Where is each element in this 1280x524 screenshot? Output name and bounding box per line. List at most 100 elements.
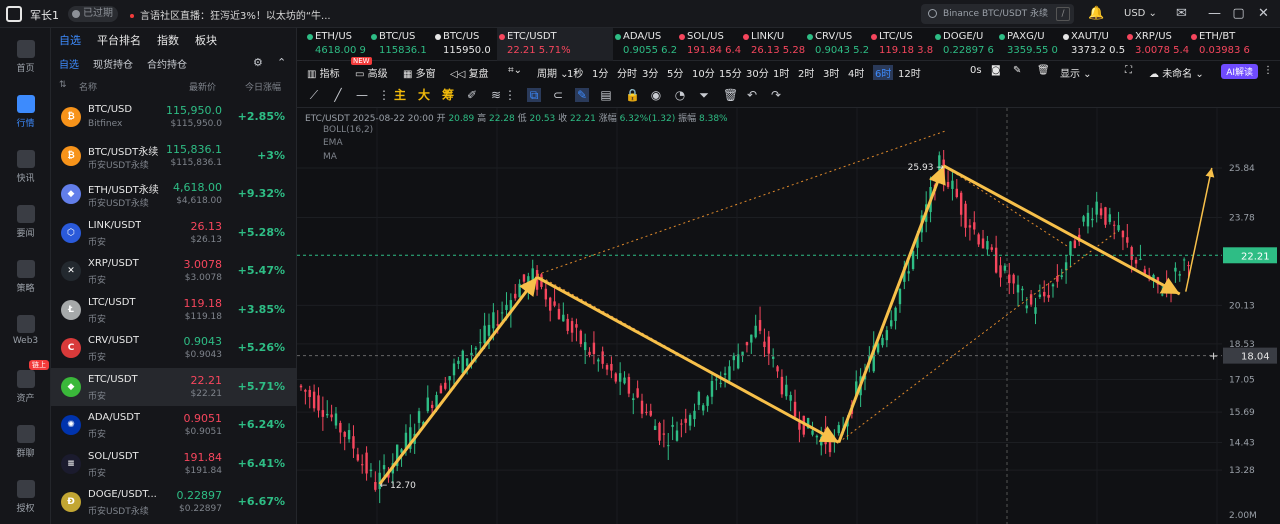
undo-icon[interactable]: ↶	[745, 88, 759, 102]
col-name[interactable]: 名称	[79, 80, 97, 93]
filter-icon[interactable]: ⏷	[697, 88, 711, 102]
ticker-tab[interactable]: DOGE/U 0.22897 6	[933, 28, 997, 61]
interval-8[interactable]: 1时	[773, 65, 789, 80]
watchlist-row[interactable]: ₿ BTC/USDT永续 币安USDT永续 115,836.1 $115,836.1 +3…	[51, 137, 297, 175]
nav-web3[interactable]: Web3	[0, 311, 51, 355]
pencil-active-icon[interactable]: ✎	[575, 88, 589, 102]
watchlist-row[interactable]: ✺ ADA/USDT 币安 0.9051 $0.9051 +6.24%	[51, 406, 297, 444]
watchlist-tab[interactable]: 板块	[195, 34, 217, 47]
ticker-tab[interactable]: PAXG/U 3359.55 0	[997, 28, 1061, 61]
pen-icon[interactable]: ✎	[1013, 65, 1021, 76]
camera-icon[interactable]: ◙	[991, 65, 1001, 76]
watchlist-tab[interactable]: 自选	[59, 34, 81, 47]
advanced-button[interactable]: ▭ 高级	[355, 65, 388, 80]
ticker-tab[interactable]: BTC/US 115836.1	[369, 28, 433, 61]
ticker-tab[interactable]: CRV/US 0.9043 5.2	[805, 28, 869, 61]
ticker-tab[interactable]: ETH/BT 0.03983 6	[1189, 28, 1253, 61]
ai-analysis-button[interactable]: AI解读	[1221, 64, 1258, 79]
nav-chart-bar[interactable]: 行情	[0, 91, 51, 135]
username[interactable]: 军长1	[30, 7, 59, 23]
nav-headline[interactable]: 要闻	[0, 201, 51, 245]
ruler-icon[interactable]: ⟋	[307, 88, 321, 102]
interval-13[interactable]: 12时	[898, 65, 921, 80]
expired-badge[interactable]: 已过期	[68, 6, 118, 22]
alert-icon[interactable]: ◔	[673, 88, 687, 102]
watchlist-row[interactable]: ≡ SOL/USDT 币安 191.84 $191.84 +6.41%	[51, 445, 297, 483]
nav-home[interactable]: 首页	[0, 36, 51, 80]
watchlist-row[interactable]: Ł LTC/USDT 币安 119.18 $119.18 +3.85%	[51, 291, 297, 329]
nav-news[interactable]: 快讯	[0, 146, 51, 190]
indicator-ema[interactable]: EMA	[323, 138, 343, 148]
cloud-layout-button[interactable]: ☁ 未命名 ⌄	[1149, 65, 1204, 80]
expand-tools-icon-2[interactable]: ⋮	[503, 88, 517, 102]
nav-chat[interactable]: 群聊	[0, 421, 51, 465]
ticker-tab[interactable]: XRP/US 3.0078 5.4	[1125, 28, 1189, 61]
trendline-icon[interactable]: ╱	[331, 88, 345, 102]
measure-icon[interactable]: ▤	[599, 88, 613, 102]
ticker-tab[interactable]: LINK/U 26.13 5.28	[741, 28, 805, 61]
fibonacci-icon[interactable]: ≋	[489, 88, 503, 102]
col-change[interactable]: 今日涨幅	[245, 80, 281, 93]
ticker-tab[interactable]: ETC/USDT 22.21 5.71%	[497, 28, 613, 61]
interval-9[interactable]: 2时	[798, 65, 814, 80]
indicators-button[interactable]: ▥ 指标 NEW	[307, 57, 372, 80]
trash-icon[interactable]: 🗑	[1037, 65, 1050, 76]
interval-4[interactable]: 5分	[667, 65, 683, 80]
big-order-tool[interactable]: 大	[417, 88, 431, 102]
mail-icon[interactable]: ✉	[1174, 6, 1189, 21]
period-select[interactable]: 周期 ⌄	[537, 65, 569, 80]
ticker-tab[interactable]: LTC/US 119.18 3.8	[869, 28, 933, 61]
chip-tool[interactable]: 筹	[441, 88, 455, 102]
watchlist-row[interactable]: ⬡ LINK/USDT 币安 26.13 $26.13 +5.28%	[51, 214, 297, 252]
interval-0[interactable]: 1秒	[567, 65, 583, 80]
bell-icon[interactable]: 🔔	[1088, 6, 1104, 21]
interval-5[interactable]: 10分	[692, 65, 715, 80]
nav-authorize[interactable]: 授权	[0, 476, 51, 520]
interval-7[interactable]: 30分	[746, 65, 769, 80]
interval-6[interactable]: 15分	[719, 65, 742, 80]
watchlist-row[interactable]: ◆ ETH/USDT永续 币安USDT永续 4,618.00 $4,618.00 +9.3…	[51, 175, 297, 213]
magnet-icon[interactable]: ⊂	[551, 88, 565, 102]
currency-select[interactable]: USD ⌄	[1124, 8, 1157, 19]
interval-3[interactable]: 3分	[642, 65, 658, 80]
replay-button[interactable]: ◁◁ 复盘	[450, 65, 489, 80]
sort-icon[interactable]: ⇅	[59, 80, 67, 90]
brush-icon[interactable]: ✐	[465, 88, 479, 102]
redo-icon[interactable]: ↷	[769, 88, 783, 102]
watchlist-subtab[interactable]: 自选	[59, 60, 79, 71]
ticker-tab[interactable]: SOL/US 191.84 6.4	[677, 28, 741, 61]
interval-11[interactable]: 4时	[848, 65, 864, 80]
display-button[interactable]: 显示 ⌄	[1060, 65, 1092, 80]
copy-icon[interactable]: ⧉	[527, 88, 541, 102]
ticker-tab[interactable]: ADA/US 0.9055 6.2	[613, 28, 677, 61]
interval-10[interactable]: 3时	[823, 65, 839, 80]
watchlist-row[interactable]: ₿ BTC/USD Bitfinex 115,950.0 $115,950.0 +2.85…	[51, 98, 297, 136]
watchlist-row[interactable]: ◆ ETC/USDT 币安 22.21 $22.21 +5.71%	[51, 367, 297, 406]
watchlist-tab[interactable]: 平台排名	[97, 34, 141, 47]
collapse-icon[interactable]: ⌃	[277, 56, 286, 69]
more-icon[interactable]: ⋮	[1263, 65, 1273, 76]
delete-icon[interactable]: 🗑	[723, 88, 738, 102]
nav-robot[interactable]: 策略	[0, 256, 51, 300]
lock-icon[interactable]: 🔒	[625, 88, 640, 102]
main-force-tool[interactable]: 主	[393, 88, 407, 102]
expand-tools-icon[interactable]: ⋮	[377, 88, 391, 102]
minimize-icon[interactable]: —	[1207, 6, 1222, 21]
candlestick-chart[interactable]: 25.93 →← 12.7025.8423.7820.1318.5317.051…	[297, 108, 1280, 524]
interval-2[interactable]: 分时	[617, 65, 637, 80]
nav-wallet[interactable]: 资产 链上	[0, 360, 51, 410]
interval-12[interactable]: 6时	[873, 65, 894, 80]
horizontal-line-icon[interactable]: —	[355, 88, 369, 102]
maximize-icon[interactable]: ▢	[1231, 6, 1246, 21]
watchlist-row[interactable]: C CRV/USDT 币安 0.9043 $0.9043 +5.26%	[51, 329, 297, 367]
col-price[interactable]: 最新价	[189, 80, 216, 93]
watchlist-row[interactable]: ✕ XRP/USDT 币安 3.0078 $3.0078 +5.47%	[51, 252, 297, 290]
watchlist-row[interactable]: Ð DOGE/USDT... 币安USDT永续 0.22897 $0.22897 +6.6…	[51, 483, 297, 521]
watchlist-subtab[interactable]: 合约持仓	[147, 60, 187, 71]
ticker-tab[interactable]: BTC/US 115950.0	[433, 28, 497, 61]
close-icon[interactable]: ✕	[1256, 6, 1271, 21]
eye-icon[interactable]: ◉	[649, 88, 663, 102]
layout-icon[interactable]: ⌗⌄	[508, 65, 522, 76]
multi-window-button[interactable]: ▦ 多窗	[403, 65, 436, 80]
settings-icon[interactable]: ⚙	[253, 56, 263, 69]
